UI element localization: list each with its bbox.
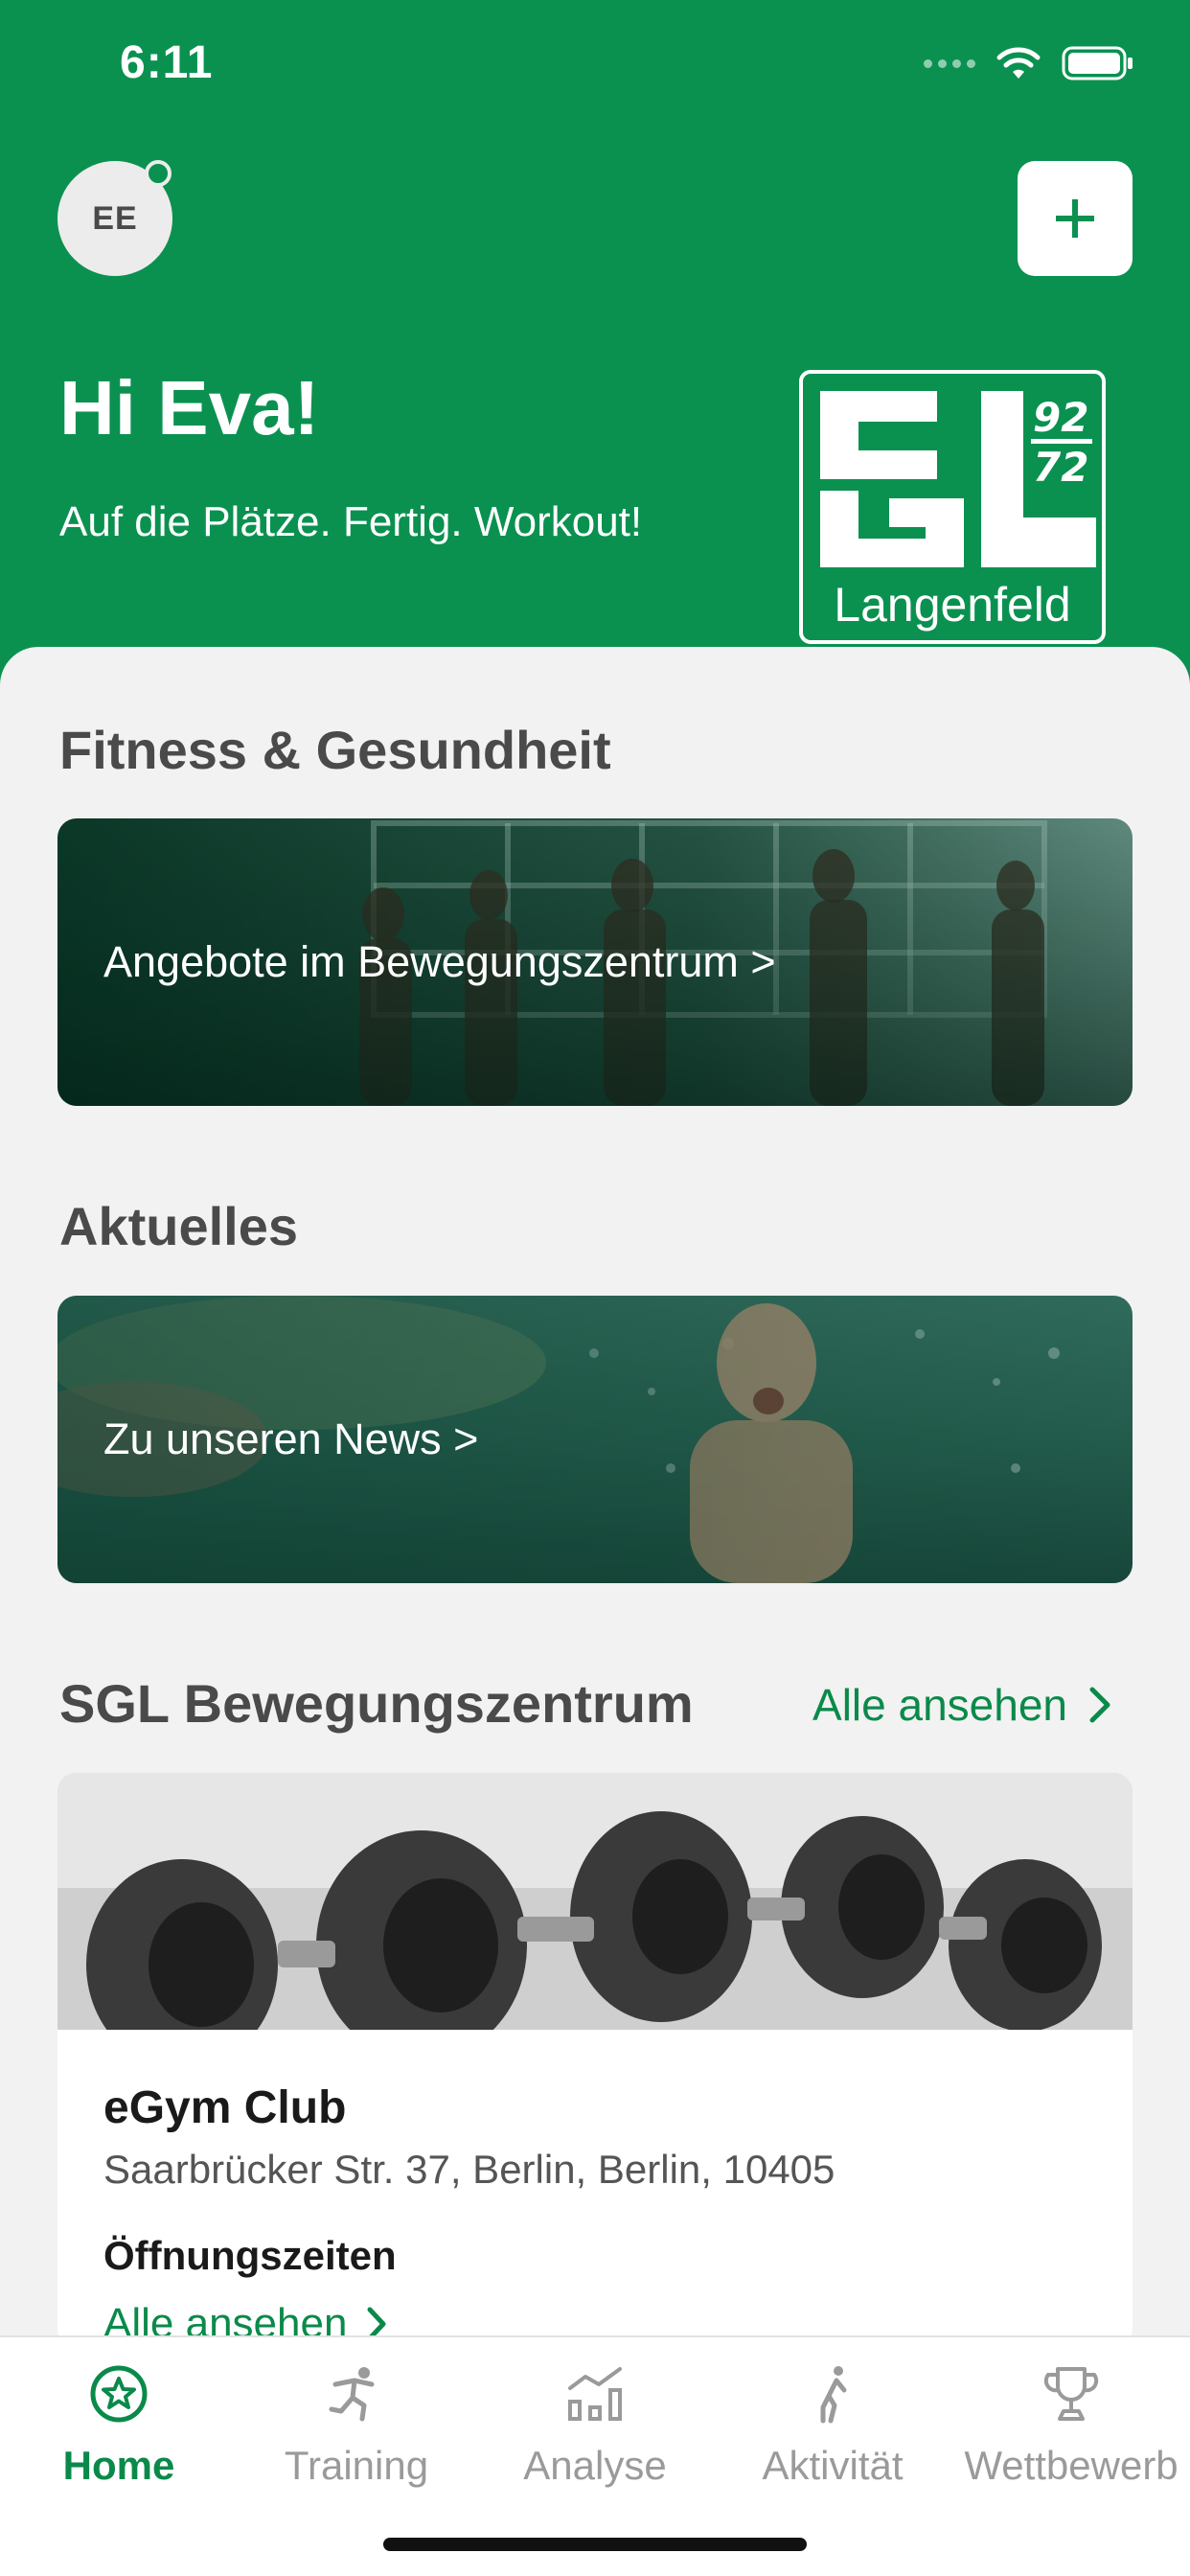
- club-image: [57, 1773, 1133, 2030]
- tab-home-label: Home: [62, 2443, 175, 2488]
- chevron-right-icon: [1089, 1687, 1110, 1723]
- see-all-label: Alle ansehen: [812, 1680, 1067, 1730]
- club-address: Saarbrücker Str. 37, Berlin, Berlin, 104…: [103, 2147, 835, 2192]
- section-title-fitness: Fitness & Gesundheit: [59, 720, 611, 780]
- battery-icon: [1062, 46, 1133, 80]
- plus-icon: [1056, 199, 1094, 238]
- tab-wettbewerb-label: Wettbewerb: [964, 2443, 1179, 2488]
- sgl-logo-mark: 92 72: [820, 391, 1096, 567]
- running-person-icon: [329, 2367, 375, 2422]
- header: 6:11 EE Hi Eva! Auf die Plätze. Fertig. …: [0, 0, 1190, 690]
- svg-text:72: 72: [1033, 444, 1088, 491]
- home-indicator: [383, 2538, 807, 2551]
- tab-aktivitaet[interactable]: Aktivität: [714, 2337, 951, 2510]
- greeting-subtitle: Auf die Plätze. Fertig. Workout!: [59, 498, 643, 545]
- avatar-initials: EE: [92, 199, 138, 237]
- dumbbells-image: [57, 1773, 1133, 2030]
- tab-training[interactable]: Training: [238, 2337, 475, 2510]
- news-banner[interactable]: Zu unseren News >: [57, 1296, 1133, 1583]
- status-time: 6:11: [120, 37, 214, 88]
- bar-chart-icon: [568, 2367, 622, 2421]
- add-button[interactable]: [1018, 161, 1133, 276]
- chevron-right-icon: [367, 2307, 386, 2335]
- tab-analyse[interactable]: Analyse: [476, 2337, 714, 2510]
- main-content: Fitness & Gesundheit Angebote im Bewegun…: [0, 647, 1190, 2335]
- section-title-center: SGL Bewegungszentrum: [59, 1673, 694, 1734]
- svg-text:92: 92: [1033, 394, 1088, 441]
- opening-hours-label: Öffnungszeiten: [103, 2233, 397, 2278]
- status-bar: 6:11: [0, 0, 1190, 134]
- fitness-banner-label: Angebote im Bewegungszentrum >: [103, 937, 776, 986]
- fitness-banner[interactable]: Angebote im Bewegungszentrum >: [57, 818, 1133, 1106]
- logo-text: Langenfeld: [834, 578, 1071, 632]
- opening-hours-link[interactable]: Alle ansehen: [103, 2300, 387, 2335]
- cellular-signal-icon: [924, 58, 975, 68]
- tab-wettbewerb[interactable]: Wettbewerb: [952, 2337, 1190, 2510]
- club-name: eGym Club: [103, 2082, 347, 2133]
- star-badge-icon: [90, 2365, 148, 2423]
- see-all-link[interactable]: Alle ansehen: [812, 1679, 1111, 1731]
- wifi-icon: [996, 47, 1041, 79]
- tab-analyse-label: Analyse: [523, 2443, 667, 2488]
- club-card[interactable]: eGym Club Saarbrücker Str. 37, Berlin, B…: [57, 1773, 1133, 2335]
- tab-aktivitaet-label: Aktivität: [762, 2443, 904, 2488]
- news-banner-label: Zu unseren News >: [103, 1414, 479, 1463]
- opening-hours-link-label: Alle ansehen: [103, 2300, 348, 2335]
- walking-person-icon: [820, 2366, 847, 2424]
- tab-training-label: Training: [284, 2443, 429, 2488]
- notification-dot: [145, 160, 172, 187]
- status-icons: [924, 46, 1134, 80]
- greeting-title: Hi Eva!: [59, 365, 320, 450]
- club-logo: 92 72 Langenfeld: [799, 370, 1106, 644]
- tab-home[interactable]: Home: [0, 2337, 238, 2510]
- trophy-icon: [1043, 2367, 1099, 2421]
- section-title-news: Aktuelles: [59, 1196, 298, 1256]
